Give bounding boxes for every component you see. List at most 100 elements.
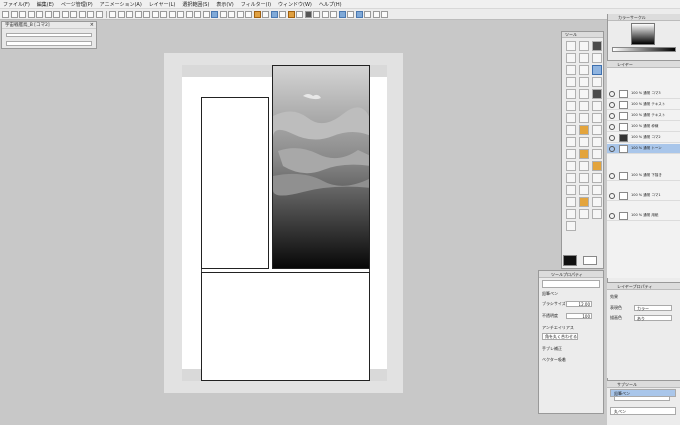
perspective-icon[interactable] xyxy=(202,10,210,18)
settings-icon[interactable] xyxy=(381,10,388,18)
tool-slot-icon[interactable] xyxy=(566,221,576,231)
frame-icon[interactable] xyxy=(160,10,167,18)
menu-file[interactable]: ファイル(F) xyxy=(3,1,30,8)
eyedropper-icon[interactable] xyxy=(579,65,589,75)
brush-preview[interactable] xyxy=(542,280,600,288)
tool-slot-icon[interactable] xyxy=(566,185,576,195)
nav-prev-icon[interactable] xyxy=(355,10,363,18)
tone-icon[interactable] xyxy=(304,10,312,18)
redo-icon[interactable] xyxy=(36,10,43,18)
balloon-tool-icon[interactable] xyxy=(566,125,576,135)
zoom-tool-icon[interactable] xyxy=(566,41,576,51)
undo-icon[interactable] xyxy=(27,10,35,18)
mask-icon[interactable] xyxy=(330,10,337,18)
paste-icon[interactable] xyxy=(61,10,69,18)
visibility-icon[interactable] xyxy=(609,134,615,141)
save-icon[interactable] xyxy=(19,10,26,18)
menu-edit[interactable]: 編集(E) xyxy=(37,1,54,8)
figure-tool-icon[interactable] xyxy=(592,101,602,111)
deselect-icon[interactable] xyxy=(117,10,125,18)
frame-tool-icon[interactable] xyxy=(566,113,576,123)
check-icon[interactable] xyxy=(338,10,346,18)
gradient-tool-icon[interactable] xyxy=(579,101,589,111)
menu-filter[interactable]: フィルター(I) xyxy=(241,1,271,8)
pen-tool-icon[interactable] xyxy=(592,65,602,75)
comic-panel-tone[interactable] xyxy=(272,65,370,269)
close-icon[interactable]: × xyxy=(90,22,94,29)
window-icon[interactable] xyxy=(372,10,380,18)
snap-icon[interactable] xyxy=(185,10,193,18)
tool-slot-icon[interactable] xyxy=(592,209,602,219)
text-icon[interactable] xyxy=(296,10,303,18)
globe-icon[interactable] xyxy=(211,10,218,18)
tool-slot-icon[interactable] xyxy=(566,173,576,183)
brush-size-input[interactable]: 12.00 xyxy=(566,300,592,307)
color-picker[interactable] xyxy=(631,23,655,45)
invert-selection-icon[interactable] xyxy=(126,10,133,18)
sub-color-swatch[interactable] xyxy=(583,256,597,265)
navigator-zoom-bar[interactable] xyxy=(6,33,92,37)
lasso-tool-icon[interactable] xyxy=(592,53,602,63)
flip-icon[interactable] xyxy=(219,10,227,18)
tool-slot-icon[interactable] xyxy=(592,185,602,195)
vector-icon[interactable] xyxy=(321,10,329,18)
crop-icon[interactable] xyxy=(151,10,159,18)
layer-row[interactable]: 100 % 通常 下描き xyxy=(607,171,680,181)
copy-icon[interactable] xyxy=(53,10,60,18)
menu-page[interactable]: ページ管理(P) xyxy=(61,1,93,8)
brush-tool-icon[interactable] xyxy=(579,77,589,87)
layer-row[interactable]: 100 % 通常 コマ1 xyxy=(607,191,680,201)
layer-row[interactable]: 100 % 通常 枠線 xyxy=(607,122,680,132)
opacity-input[interactable]: 100 xyxy=(566,312,592,319)
layer-row[interactable]: 100 % 通常 コマ3 xyxy=(607,89,680,99)
text-tool-icon[interactable] xyxy=(592,113,602,123)
guide-icon[interactable] xyxy=(194,10,201,18)
tone-tool-icon[interactable] xyxy=(592,125,602,135)
pen-icon[interactable] xyxy=(270,10,278,18)
round-corner-option[interactable]: 角を丸く合わせる xyxy=(542,333,578,340)
layer-row[interactable]: 100 % 通常 テキスト xyxy=(607,100,680,110)
navigator-rotate-slider[interactable] xyxy=(6,41,92,46)
tool-slot-icon[interactable] xyxy=(579,173,589,183)
preview-icon[interactable] xyxy=(347,10,354,18)
visibility-icon[interactable] xyxy=(609,90,615,97)
tool-slot-icon[interactable] xyxy=(566,197,576,207)
tool-slot-icon[interactable] xyxy=(579,197,589,207)
tool-slot-icon[interactable] xyxy=(566,161,576,171)
visibility-icon[interactable] xyxy=(609,101,615,108)
shrink-selection-icon[interactable] xyxy=(143,10,150,18)
tool-slot-icon[interactable] xyxy=(579,161,589,171)
pencil-tool-icon[interactable] xyxy=(566,77,576,87)
paint-icon[interactable] xyxy=(253,10,261,18)
visibility-icon[interactable] xyxy=(609,212,615,219)
menu-help[interactable]: ヘルプ(H) xyxy=(319,1,342,8)
expand-selection-icon[interactable] xyxy=(134,10,142,18)
layer-row[interactable]: 100 % 通常 用紙 xyxy=(607,211,680,221)
clear-icon[interactable] xyxy=(78,10,86,18)
blend-tool-icon[interactable] xyxy=(592,89,602,99)
correct-line-icon[interactable] xyxy=(579,125,589,135)
tool-slot-icon[interactable] xyxy=(592,173,602,183)
comic-panel-bottom[interactable] xyxy=(201,272,370,381)
comic-panel-left[interactable] xyxy=(201,97,269,269)
new-icon[interactable] xyxy=(2,10,9,18)
menu-layer[interactable]: レイヤー(L) xyxy=(149,1,176,8)
decoration-tool-icon[interactable] xyxy=(566,89,576,99)
hand-tool-icon[interactable] xyxy=(566,137,576,147)
ruler-tool-icon[interactable] xyxy=(579,113,589,123)
operation-tool-icon[interactable] xyxy=(592,41,602,51)
layer-row-selected[interactable]: 100 % 通常 トーン xyxy=(607,144,680,154)
zoom-in-icon[interactable] xyxy=(236,10,244,18)
tool-slot-icon[interactable] xyxy=(579,185,589,195)
visibility-icon[interactable] xyxy=(609,112,615,119)
expression-select[interactable]: カラー xyxy=(634,305,672,311)
eraser-icon[interactable] xyxy=(279,10,286,18)
open-icon[interactable] xyxy=(10,10,18,18)
auto-select-icon[interactable] xyxy=(566,65,576,75)
tool-slot-icon[interactable] xyxy=(592,161,602,171)
rotate-tool-icon[interactable] xyxy=(579,137,589,147)
menu-selection[interactable]: 選択範囲(S) xyxy=(182,1,209,8)
delete-icon[interactable] xyxy=(70,10,77,18)
ruler-icon[interactable] xyxy=(168,10,176,18)
visibility-icon[interactable] xyxy=(609,145,615,152)
